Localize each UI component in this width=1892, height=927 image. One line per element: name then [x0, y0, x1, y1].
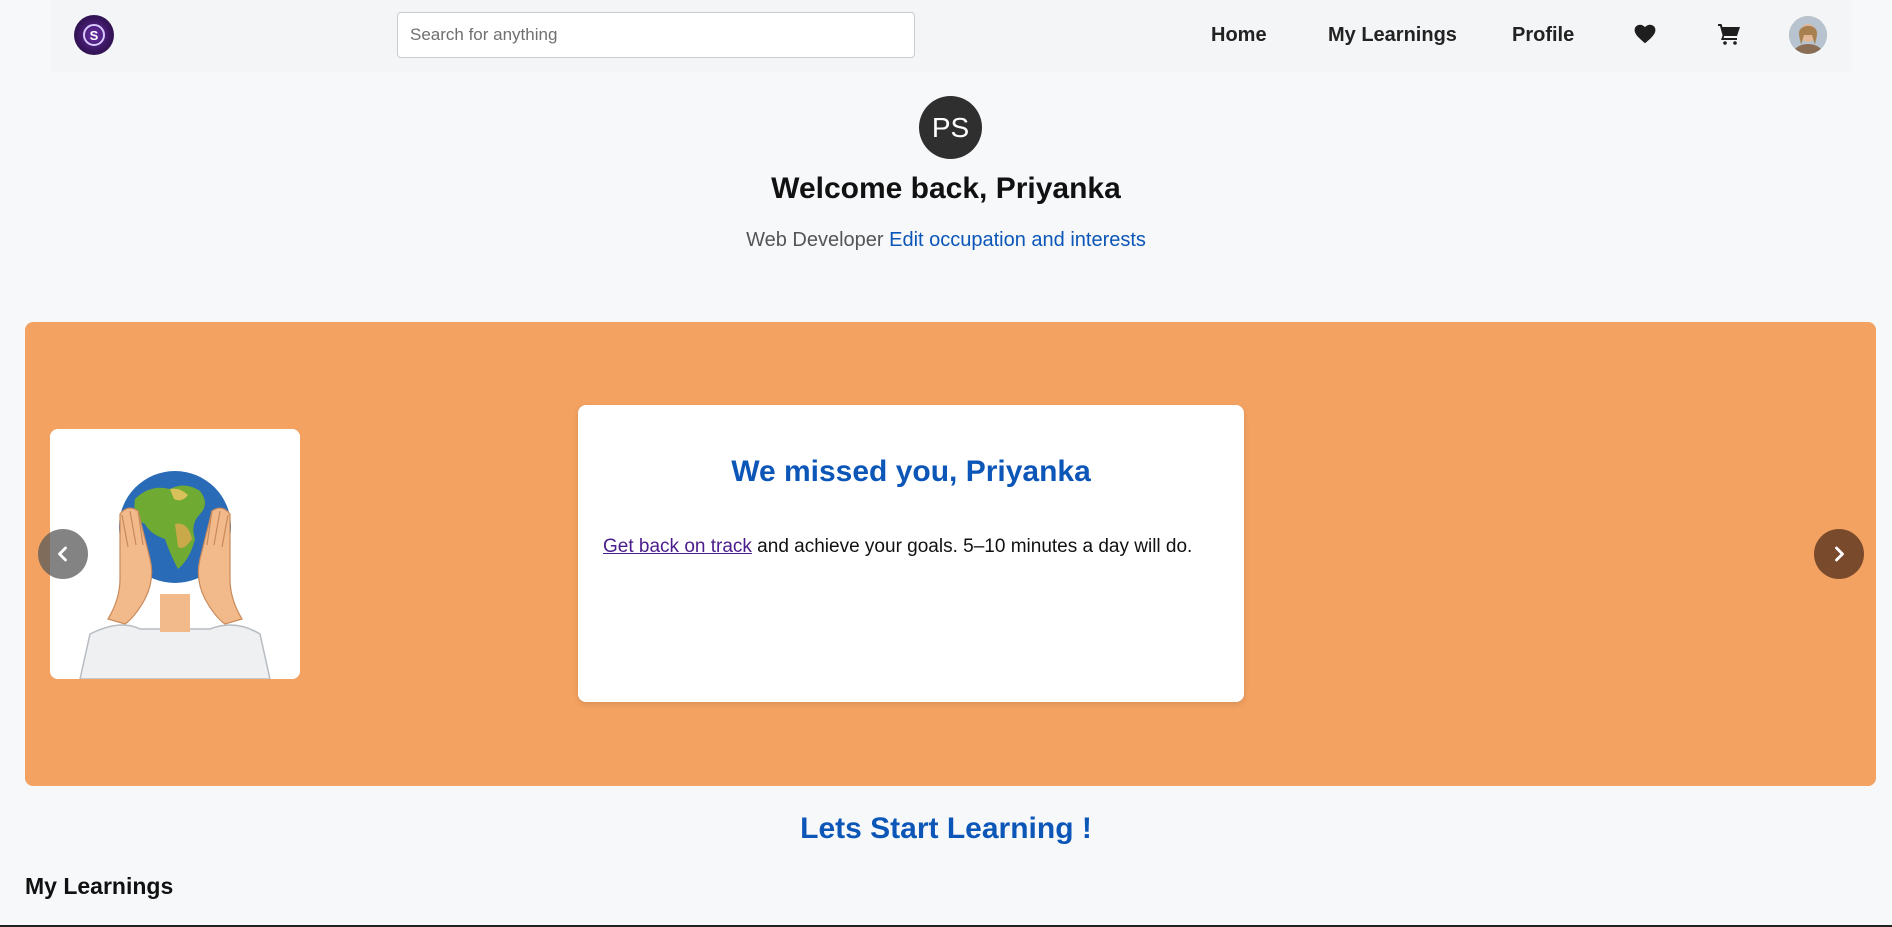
logo-icon[interactable]: S: [74, 15, 114, 55]
welcome-heading: Welcome back, Priyanka: [771, 172, 1121, 205]
nav-home-link[interactable]: Home: [1211, 22, 1267, 48]
edit-occupation-link[interactable]: Edit occupation and interests: [889, 229, 1146, 251]
chevron-left-icon: [58, 546, 67, 562]
nav-profile-link[interactable]: Profile: [1512, 22, 1574, 48]
search-input[interactable]: [397, 12, 915, 58]
missed-you-card: We missed you, Priyanka Get back on trac…: [578, 405, 1244, 702]
start-learning-heading: Lets Start Learning !: [800, 812, 1092, 845]
nav-my-learnings-link[interactable]: My Learnings: [1328, 22, 1457, 48]
carousel-next-button[interactable]: [1814, 529, 1864, 579]
card-text: Get back on track and achieve your goals…: [603, 536, 1224, 558]
occupation-line: Web Developer Edit occupation and intere…: [0, 229, 1892, 252]
card-title: We missed you, Priyanka: [731, 455, 1091, 488]
occupation-text: Web Developer: [746, 229, 884, 251]
chevron-right-icon: [1835, 546, 1844, 562]
carousel-prev-button[interactable]: [38, 529, 88, 579]
avatar[interactable]: [1789, 16, 1827, 54]
card-body-text: and achieve your goals. 5–10 minutes a d…: [751, 536, 1193, 557]
my-learnings-section-title: My Learnings: [25, 873, 174, 899]
user-initials-avatar: PS: [919, 96, 982, 159]
cart-icon[interactable]: [1717, 22, 1741, 46]
heart-icon[interactable]: [1633, 22, 1657, 46]
navbar: S Home My Learnings Profile: [50, 0, 1852, 72]
get-back-on-track-link[interactable]: Get back on track: [603, 536, 752, 557]
promo-carousel: We missed you, Priyanka Get back on trac…: [25, 322, 1876, 786]
